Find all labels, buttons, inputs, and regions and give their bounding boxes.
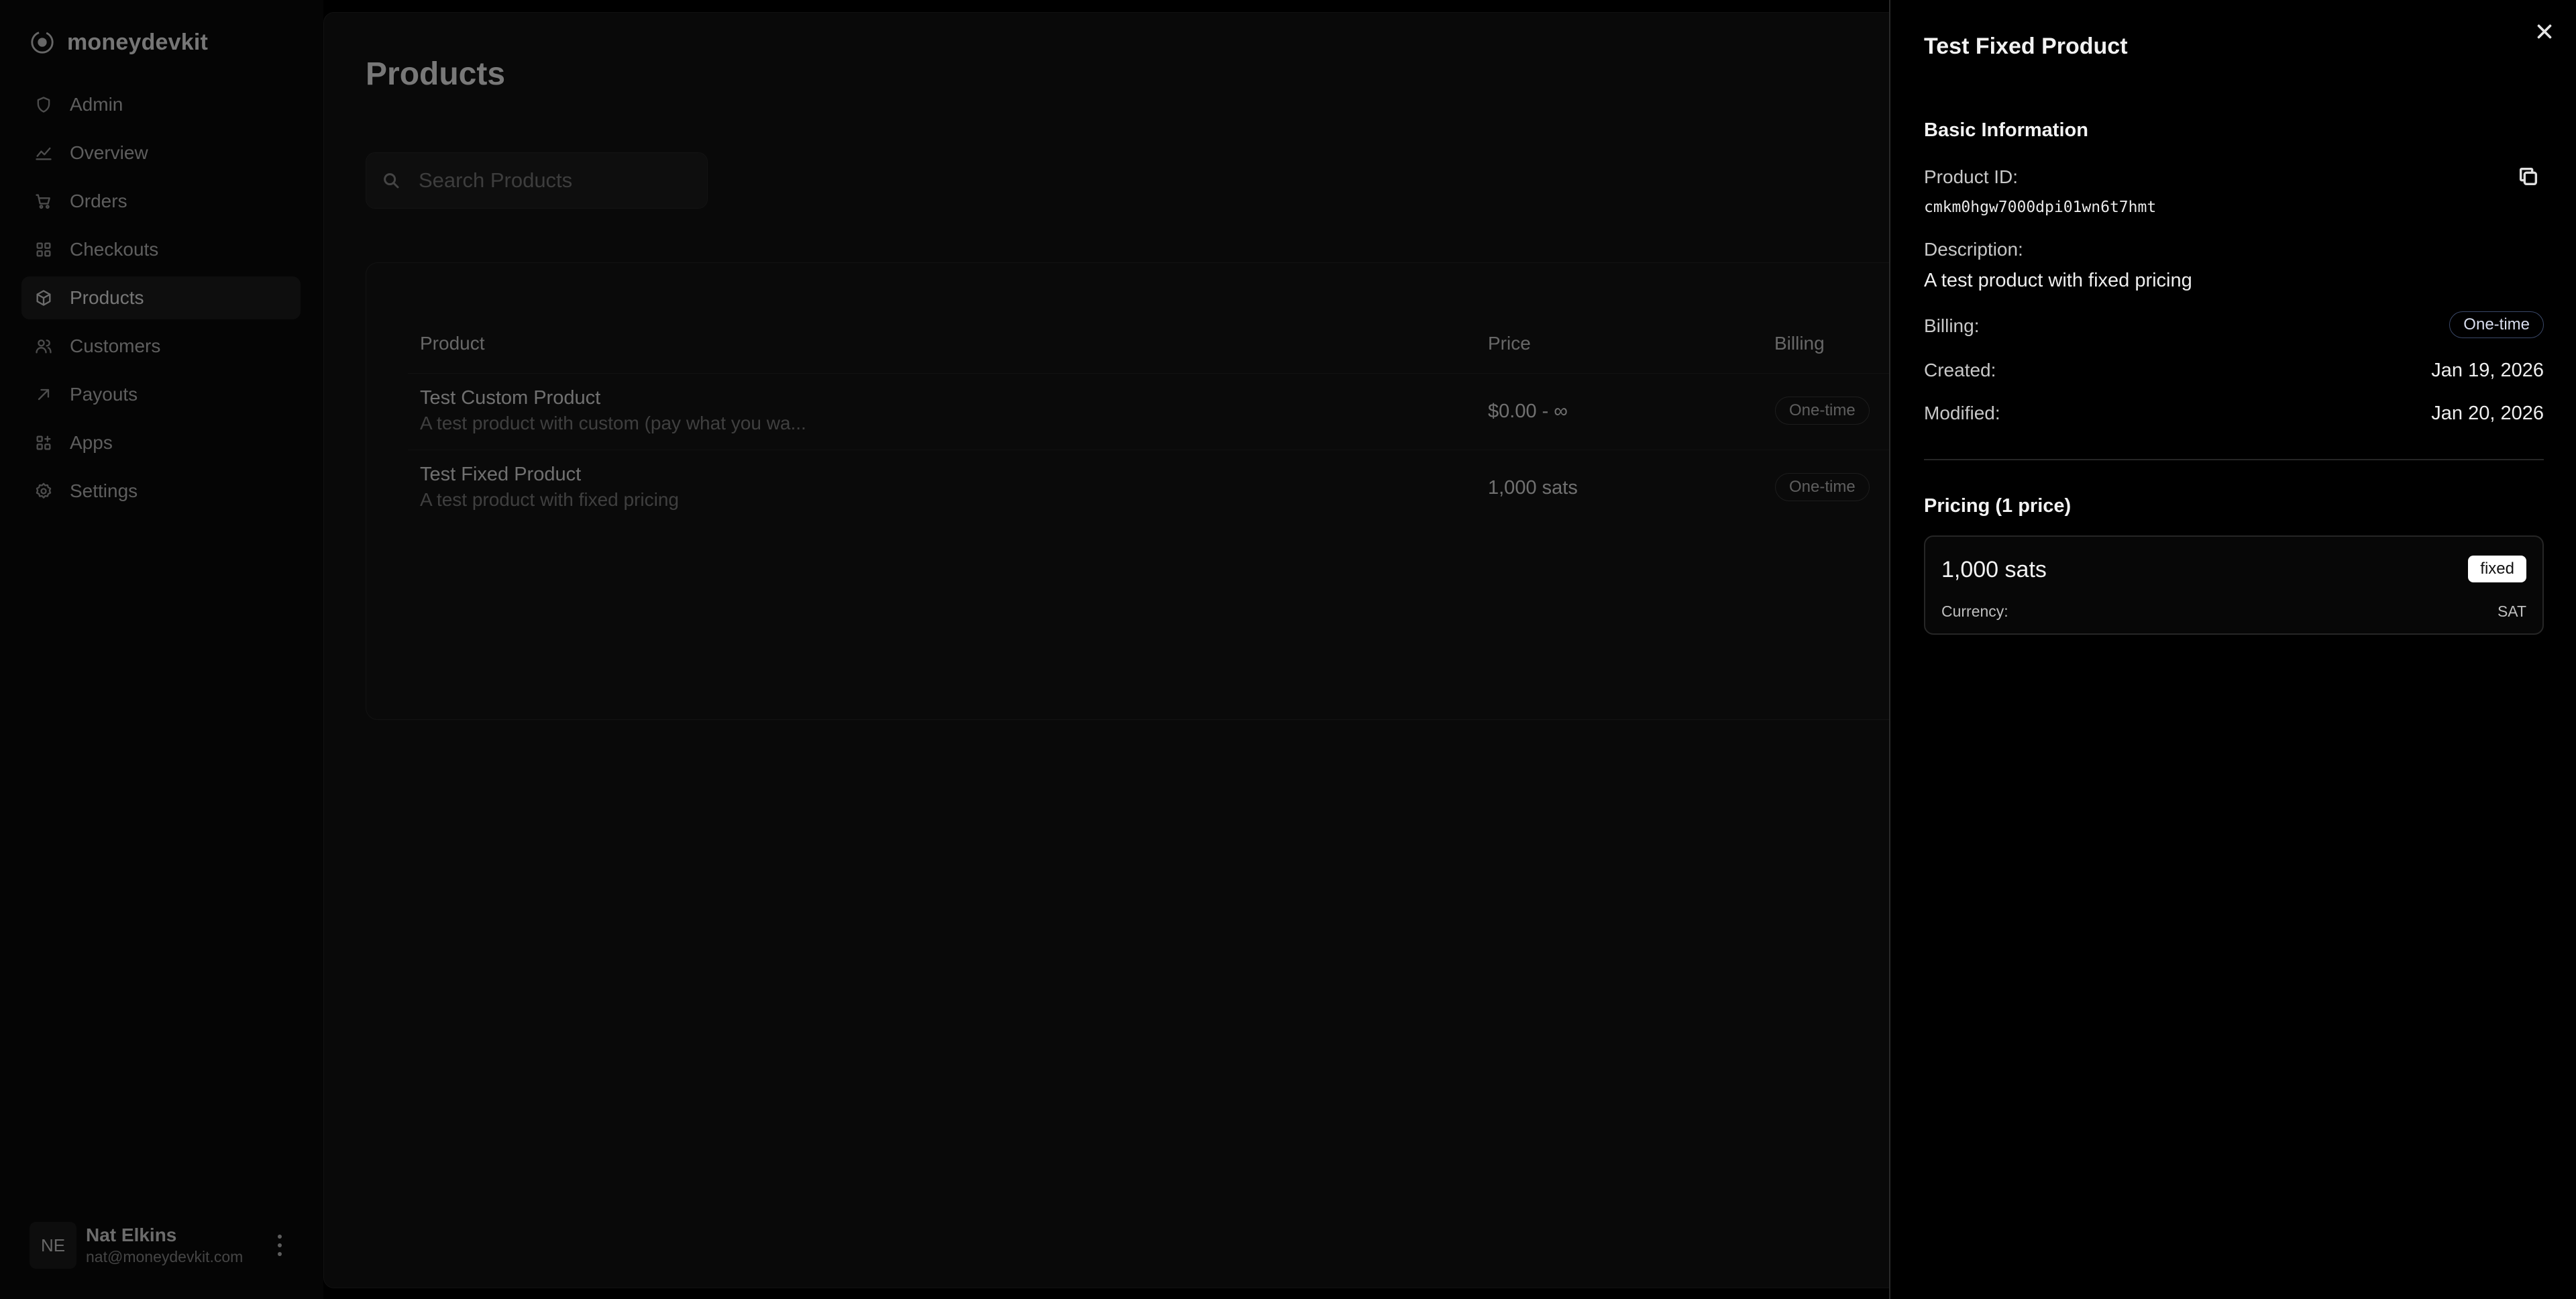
description-value: A test product with fixed pricing — [1924, 270, 2192, 291]
created-value: Jan 19, 2026 — [2431, 360, 2544, 381]
copy-icon[interactable] — [2517, 165, 2540, 188]
billing-label: Billing: — [1924, 315, 1980, 336]
product-id-value: cmkm0hgw7000dpi01wn6t7hmt — [1924, 199, 2157, 216]
created-label: Created: — [1924, 360, 1996, 380]
product-id-label: Product ID: — [1924, 166, 2019, 187]
divider — [1924, 459, 2544, 460]
billing-badge: One-time — [2449, 311, 2544, 338]
basic-info-heading: Basic Information — [1924, 119, 2088, 141]
product-detail-drawer: Test Fixed Product Basic Information Pro… — [1889, 0, 2576, 1299]
currency-value: SAT — [2497, 603, 2526, 620]
price-type-badge: fixed — [2468, 556, 2526, 582]
currency-label: Currency: — [1941, 603, 2008, 620]
drawer-title: Test Fixed Product — [1924, 34, 2128, 59]
description-label: Description: — [1924, 239, 2023, 260]
drawer-backdrop[interactable] — [0, 0, 1889, 1299]
modified-value: Jan 20, 2026 — [2431, 403, 2544, 424]
modified-label: Modified: — [1924, 403, 2000, 423]
price-amount: 1,000 sats — [1941, 557, 2047, 582]
pricing-heading: Pricing (1 price) — [1924, 495, 2072, 517]
price-card: 1,000 sats fixed Currency: SAT — [1924, 535, 2544, 635]
close-icon[interactable] — [2533, 20, 2556, 43]
